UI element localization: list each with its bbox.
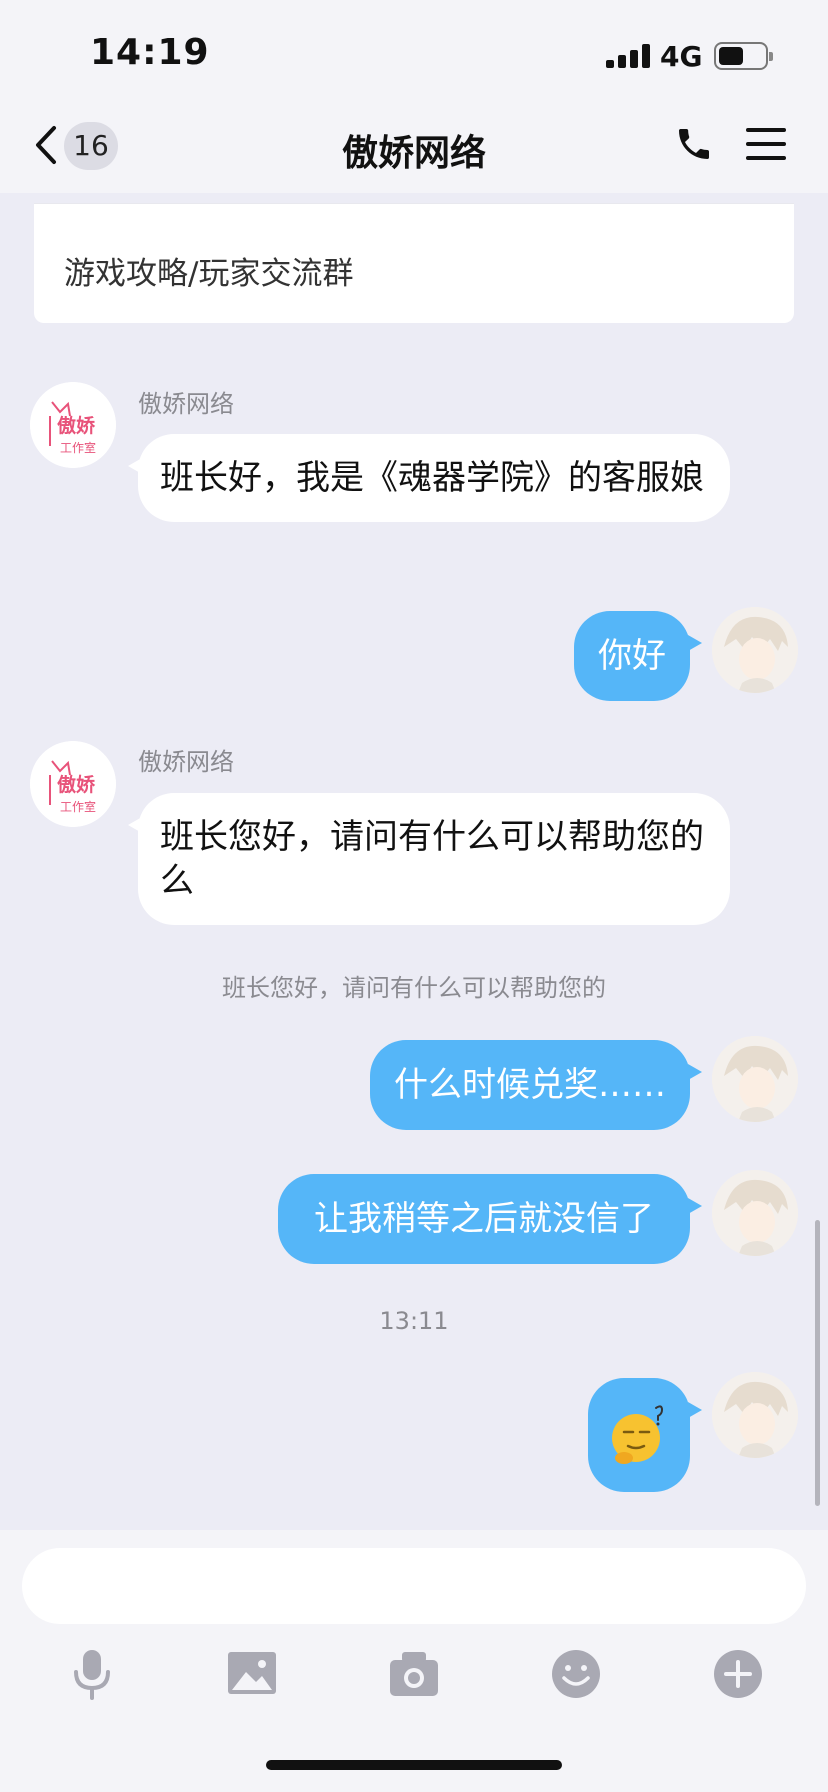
user-avatar-icon (712, 1372, 798, 1458)
system-message: 班长您好，请问有什么可以帮助您的 (222, 974, 606, 1002)
user-avatar[interactable] (712, 1170, 798, 1256)
menu-icon[interactable] (746, 126, 786, 162)
top-bar: 14:19 4G 16 傲娇网络 (0, 0, 828, 193)
brand-logo-icon: 傲娇 工作室 (30, 382, 116, 468)
brand-logo-icon: 傲娇 工作室 (30, 741, 116, 827)
sender-name: 傲娇网络 (138, 748, 234, 776)
image-icon[interactable] (224, 1646, 280, 1702)
group-card[interactable]: 游戏攻略/玩家交流群 (34, 203, 794, 323)
network-type: 4G (660, 40, 703, 73)
message-timestamp: 13:11 (379, 1307, 449, 1335)
message-bubble-outgoing[interactable]: 让我稍等之后就没信了 (278, 1174, 702, 1264)
message-bubble-outgoing[interactable]: 你好 (574, 611, 702, 701)
brand-avatar[interactable]: 傲娇 工作室 (30, 741, 116, 827)
user-avatar-icon (712, 607, 798, 693)
svg-text:工作室: 工作室 (60, 440, 96, 455)
sleepy-face-emoji-icon (612, 1405, 664, 1464)
message-bubble-emoji[interactable] (588, 1378, 702, 1492)
microphone-icon[interactable] (64, 1646, 120, 1702)
user-avatar[interactable] (712, 1036, 798, 1122)
svg-text:傲娇: 傲娇 (57, 414, 96, 437)
brand-avatar[interactable]: 傲娇 工作室 (30, 382, 116, 468)
message-bubble-outgoing[interactable]: 什么时候兑奖…… (370, 1040, 702, 1130)
svg-text:工作室: 工作室 (60, 799, 96, 814)
camera-icon[interactable] (386, 1646, 442, 1702)
status-time: 14:19 (90, 32, 210, 73)
signal-icon (606, 44, 650, 68)
message-bubble-incoming[interactable]: 班长您好，请问有什么可以帮助您的么 (128, 793, 730, 925)
chat-screen: 14:19 4G 16 傲娇网络 游戏攻略/玩家交流群 傲娇 工作室 傲娇网络 … (0, 0, 828, 1792)
message-bubble-incoming[interactable]: 班长好，我是《魂器学院》的客服娘 (128, 434, 730, 522)
battery-icon (714, 42, 773, 70)
group-card-text: 游戏攻略/玩家交流群 (64, 256, 354, 292)
svg-text:傲娇: 傲娇 (57, 773, 96, 796)
user-avatar-icon (712, 1036, 798, 1122)
home-indicator[interactable] (266, 1760, 562, 1770)
plus-icon[interactable] (710, 1646, 766, 1702)
user-avatar[interactable] (712, 1372, 798, 1458)
sender-name: 傲娇网络 (138, 390, 234, 418)
emoji-icon[interactable] (548, 1646, 604, 1702)
scrollbar[interactable] (815, 1220, 820, 1506)
phone-icon[interactable] (674, 124, 714, 164)
user-avatar-icon (712, 1170, 798, 1256)
user-avatar[interactable] (712, 607, 798, 693)
input-bar (0, 1530, 828, 1792)
message-input[interactable] (22, 1548, 806, 1624)
